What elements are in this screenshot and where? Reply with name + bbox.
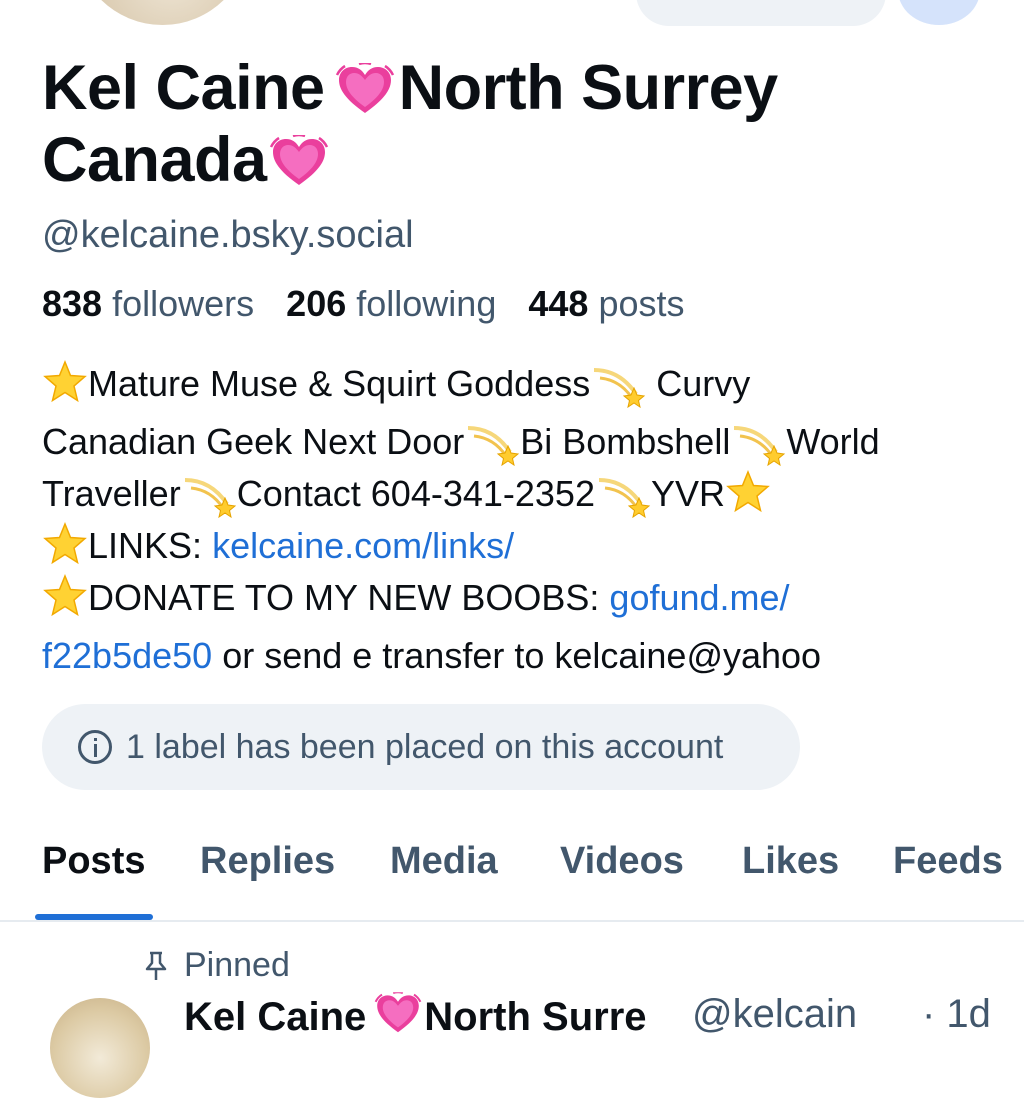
- follow-button[interactable]: [636, 0, 886, 26]
- followers-stat[interactable]: 838 followers: [42, 283, 254, 324]
- posts-count: 448: [528, 283, 589, 324]
- tab-posts[interactable]: Posts: [42, 840, 145, 883]
- profile-avatar[interactable]: [75, 0, 250, 25]
- posts-label: posts: [598, 283, 685, 324]
- bio-text: Canadian Geek Next Door: [42, 421, 465, 462]
- star-icon: [725, 469, 771, 515]
- display-name-part1: Kel Caine: [42, 53, 325, 123]
- dizzy-star-icon: [181, 474, 237, 518]
- star-icon: [42, 359, 88, 405]
- more-options-button[interactable]: [898, 0, 980, 25]
- bio-text: LINKS:: [88, 525, 213, 566]
- profile-handle: @kelcaine.bsky.social: [42, 214, 414, 256]
- tab-replies[interactable]: Replies: [200, 840, 335, 883]
- display-name: Kel Caine North Surrey Canada: [42, 52, 942, 196]
- bio-link-gofundme-cont[interactable]: f22b5de50: [42, 635, 212, 676]
- tabs-divider: [0, 920, 1024, 922]
- growing-heart-icon: [269, 135, 329, 187]
- posts-stat: 448 posts: [528, 283, 684, 324]
- moderation-label-notice[interactable]: 1 label has been placed on this account: [42, 704, 800, 790]
- post-author-name-part1: Kel Caine: [184, 995, 367, 1039]
- post-timestamp: · 1d: [922, 992, 991, 1036]
- growing-heart-icon: [374, 992, 422, 1034]
- bio-text: Bi Bombshell: [520, 421, 731, 462]
- followers-label: followers: [112, 283, 255, 324]
- bio-text: Curvy: [646, 363, 751, 404]
- pinned-label: Pinned: [184, 946, 290, 984]
- post-author-handle: @kelcain: [692, 992, 858, 1036]
- bio-text: Traveller: [42, 473, 181, 514]
- star-icon: [42, 521, 88, 567]
- display-name-part2: North Surrey: [398, 53, 779, 123]
- profile-bio: Mature Muse & Squirt Goddess Curvy Canad…: [42, 358, 1002, 682]
- tab-media[interactable]: Media: [390, 840, 498, 883]
- bio-text: DONATE TO MY NEW BOOBS:: [88, 577, 610, 618]
- label-notice-text: 1 label has been placed on this account: [126, 727, 724, 766]
- following-stat[interactable]: 206 following: [286, 283, 496, 324]
- bio-text: Contact 604-341-2352: [236, 473, 595, 514]
- dizzy-star-icon: [595, 474, 651, 518]
- dizzy-star-icon: [590, 364, 646, 408]
- dizzy-star-icon: [464, 422, 520, 466]
- tab-feeds[interactable]: Feeds: [893, 840, 1003, 883]
- info-icon: [78, 730, 112, 764]
- display-name-part3: Canada: [42, 125, 267, 195]
- post-author-avatar[interactable]: [50, 998, 150, 1098]
- dizzy-star-icon: [730, 422, 786, 466]
- pin-icon: [145, 951, 167, 980]
- profile-stats: 838 followers 206 following 448 posts: [42, 283, 707, 325]
- tab-likes[interactable]: Likes: [742, 840, 839, 883]
- tab-videos[interactable]: Videos: [560, 840, 684, 883]
- post-author-name-part2: North Surre: [424, 995, 647, 1039]
- followers-count: 838: [42, 283, 103, 324]
- star-icon: [42, 573, 88, 619]
- bio-text: World: [786, 421, 880, 462]
- bio-text: YVR: [650, 473, 725, 514]
- bio-link-gofundme[interactable]: gofund.me/: [609, 577, 789, 618]
- following-count: 206: [286, 283, 347, 324]
- following-label: following: [356, 283, 497, 324]
- bio-link-links[interactable]: kelcaine.com/links/: [212, 525, 514, 566]
- bio-text: or send e transfer to kelcaine@yahoo: [212, 635, 822, 676]
- growing-heart-icon: [335, 63, 395, 115]
- post-author-name[interactable]: Kel Caine North Surre: [184, 992, 647, 1040]
- bio-text: Mature Muse & Squirt Goddess: [88, 363, 591, 404]
